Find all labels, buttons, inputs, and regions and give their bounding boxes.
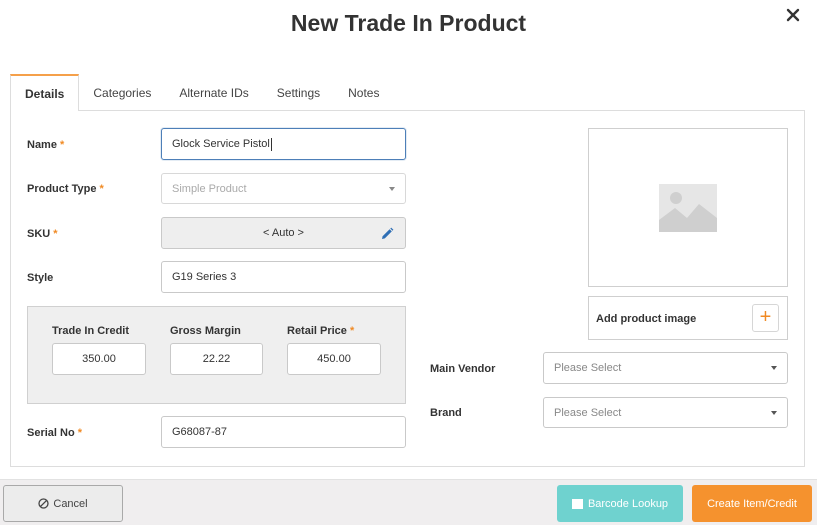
tab-settings[interactable]: Settings [263,74,334,111]
edit-pencil-icon[interactable] [380,227,394,241]
cancel-button[interactable]: Cancel [3,485,123,522]
required-marker: * [99,183,104,195]
ban-icon [38,498,50,509]
serial-no-label: Serial No * [27,427,82,439]
sku-label: SKU * [27,228,58,240]
name-input-value: Glock Service Pistol [172,138,270,150]
gross-margin-label: Gross Margin [170,325,241,337]
barcode-lookup-label: Barcode Lookup [587,497,669,510]
name-label: Name * [27,139,64,151]
required-marker: * [53,228,58,240]
serial-no-input[interactable]: G68087-87 [161,416,406,448]
main-vendor-placeholder: Please Select [554,362,622,374]
gross-margin-value: 22.22 [202,353,231,365]
brand-label: Brand [430,407,462,419]
trade-in-credit-label: Trade In Credit [52,325,130,337]
tab-categories[interactable]: Categories [79,74,165,111]
retail-price-label-text: Retail Price [287,325,347,337]
serial-no-label-text: Serial No [27,427,75,439]
style-label: Style [27,272,54,284]
main-vendor-label: Main Vendor [430,363,496,375]
tab-details[interactable]: Details [10,74,80,111]
add-product-image-row: Add product image + [588,296,788,340]
cancel-label: Cancel [53,497,88,510]
retail-price-input[interactable]: 450.00 [287,343,381,375]
barcode-icon [571,498,583,509]
image-placeholder-icon [659,184,717,232]
barcode-lookup-button[interactable]: Barcode Lookup [557,485,683,522]
trade-in-credit-value: 350.00 [82,353,116,365]
create-item-credit-button[interactable]: Create Item/Credit [692,485,812,522]
main-vendor-select[interactable]: Please Select [543,352,788,384]
required-marker: * [77,427,83,439]
text-cursor [270,137,272,151]
chevron-down-icon [771,410,777,415]
brand-select[interactable]: Please Select [543,397,788,428]
retail-price-label: Retail Price * [287,325,354,337]
close-icon[interactable] [782,4,804,26]
sku-field: < Auto > [161,217,406,249]
chevron-down-icon [771,366,777,370]
brand-placeholder: Please Select [554,406,622,419]
serial-no-value: G68087-87 [172,426,228,438]
dialog-title: New Trade In Product [290,10,527,36]
sku-label-text: SKU [27,228,51,240]
trade-in-credit-input[interactable]: 350.00 [52,343,146,375]
tab-alternate-ids[interactable]: Alternate IDs [165,74,262,111]
product-type-label-text: Product Type [27,183,97,195]
required-marker: * [60,139,65,151]
name-label-text: Name [27,139,57,151]
retail-price-value: 450.00 [317,353,351,365]
product-type-select[interactable]: Simple Product [161,173,406,204]
tab-bar: Details Categories Alternate IDs Setting… [10,74,393,111]
product-type-label: Product Type * [27,183,104,195]
product-image-preview[interactable] [588,128,788,287]
add-image-button[interactable]: + [752,304,779,332]
style-input[interactable]: G19 Series 3 [161,261,406,293]
tab-notes[interactable]: Notes [334,74,393,111]
add-product-image-label: Add product image [596,313,697,325]
required-marker: * [349,325,355,337]
product-type-value: Simple Product [172,182,247,195]
name-input[interactable]: Glock Service Pistol [161,128,406,160]
sku-value: < Auto > [263,227,304,239]
gross-margin-input[interactable]: 22.22 [170,343,263,375]
style-value: G19 Series 3 [172,271,237,283]
chevron-down-icon [389,186,395,191]
